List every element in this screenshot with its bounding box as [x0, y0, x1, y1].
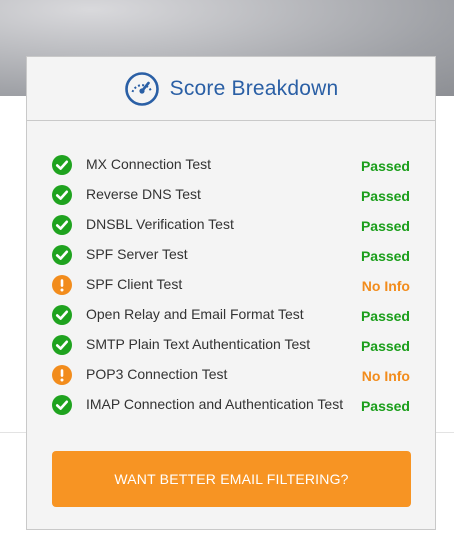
status-no-info-label: No Info: [361, 278, 410, 294]
test-result-row: Reverse DNS Test Passed: [27, 185, 435, 215]
speedometer-icon: [124, 71, 160, 107]
card-header: Score Breakdown: [27, 57, 435, 121]
test-name: POP3 Connection Test: [86, 366, 228, 382]
test-result-row: SMTP Plain Text Authentication Test Passe…: [27, 335, 435, 365]
check-circle-icon: [52, 335, 72, 355]
check-circle-icon: [52, 245, 72, 265]
check-circle-icon: [52, 395, 72, 415]
status-passed-label: Passed: [360, 308, 410, 324]
test-result-row: Open Relay and Email Format Test Passed: [27, 305, 435, 335]
check-circle-icon: [52, 215, 72, 235]
status-no-info-label: No Info: [361, 368, 410, 384]
test-name: DNSBL Verification Test: [86, 216, 234, 232]
card-title: Score Breakdown: [169, 76, 339, 100]
test-result-row: DNSBL Verification Test Passed: [27, 215, 435, 245]
test-name: Reverse DNS Test: [86, 186, 201, 202]
check-circle-icon: [52, 305, 72, 325]
test-result-row: POP3 Connection Test No Info: [27, 365, 435, 395]
test-result-row: IMAP Connection and Authentication Test P…: [27, 395, 435, 425]
test-name: SPF Server Test: [86, 246, 188, 262]
status-passed-label: Passed: [360, 398, 410, 414]
test-name: SMTP Plain Text Authentication Test: [86, 336, 311, 352]
test-name: Open Relay and Email Format Test: [86, 306, 304, 322]
status-passed-label: Passed: [360, 188, 410, 204]
test-result-row: SPF Server Test Passed: [27, 245, 435, 275]
status-passed-label: Passed: [360, 248, 410, 264]
score-breakdown-card: Score Breakdown MX Connection Test Passed…: [26, 56, 436, 530]
test-name: SPF Client Test: [86, 276, 183, 292]
check-circle-icon: [52, 155, 72, 175]
exclamation-circle-icon: [52, 275, 72, 295]
exclamation-circle-icon: [52, 365, 72, 385]
test-name: MX Connection Test: [86, 156, 212, 172]
test-results-list: MX Connection Test Passed Reverse DNS Test…: [27, 155, 435, 425]
test-result-row: SPF Client Test No Info: [27, 275, 435, 305]
check-circle-icon: [52, 185, 72, 205]
status-passed-label: Passed: [360, 338, 410, 354]
test-name: IMAP Connection and Authentication Test: [86, 396, 344, 412]
status-passed-label: Passed: [360, 218, 410, 234]
status-passed-label: Passed: [360, 158, 410, 174]
test-result-row: MX Connection Test Passed: [27, 155, 435, 185]
better-email-filtering-button[interactable]: WANT BETTER EMAIL FILTERING?: [52, 451, 411, 507]
